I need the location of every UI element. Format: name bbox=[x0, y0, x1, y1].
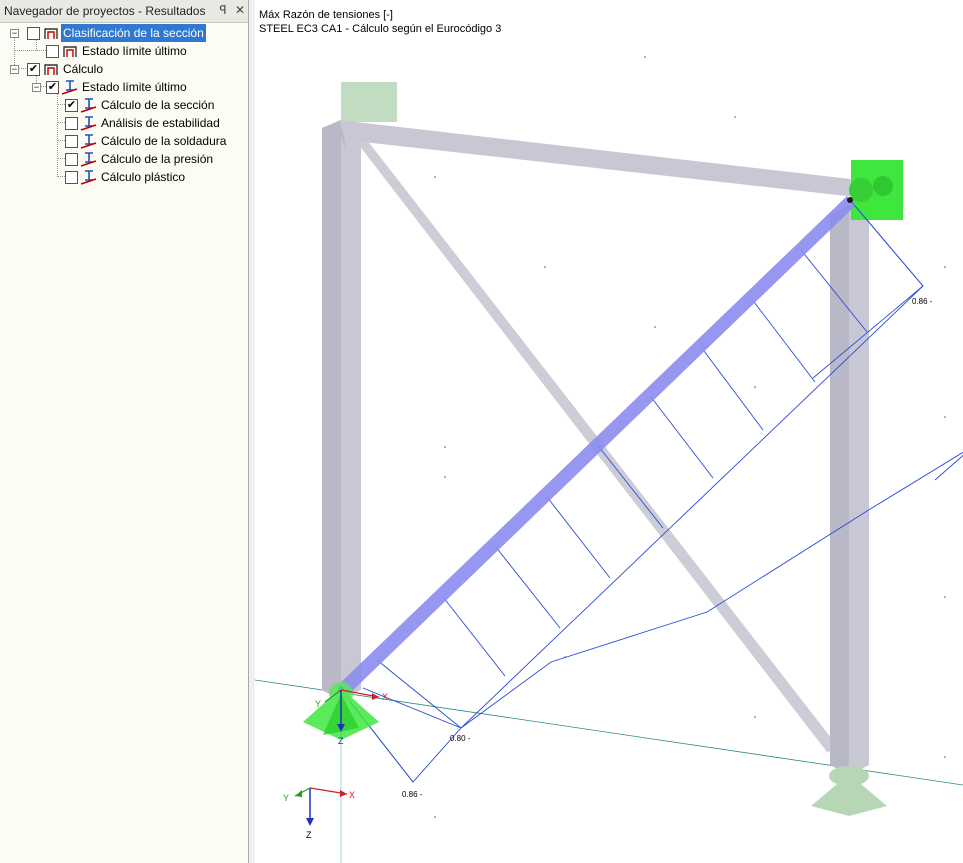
result-value-label: 0.80 - bbox=[450, 734, 471, 743]
section-classification-icon bbox=[44, 28, 58, 39]
tree-item-calculo-seccion[interactable]: ✔ Cálculo de la sección bbox=[0, 96, 248, 114]
tree-checkbox[interactable] bbox=[65, 153, 78, 166]
navigator-title: Navegador de proyectos - Resultados bbox=[4, 4, 206, 18]
tree-checkbox[interactable] bbox=[65, 135, 78, 148]
tree-checkbox[interactable] bbox=[46, 45, 59, 58]
collapse-icon[interactable]: − bbox=[10, 65, 19, 75]
tree-item-clasificacion[interactable]: − Clasificación de la sección bbox=[0, 24, 248, 42]
tree-item-calculo-presion[interactable]: Cálculo de la presión bbox=[0, 150, 248, 168]
global-z-label: Z bbox=[306, 830, 312, 840]
tree-checkbox[interactable] bbox=[65, 117, 78, 130]
steel-beam-icon bbox=[80, 170, 97, 185]
global-y-label: Y bbox=[283, 793, 289, 803]
result-value-label: 0.86 - bbox=[912, 297, 933, 306]
navigator-header: Navegador de proyectos - Resultados ꟼ ✕ bbox=[0, 0, 248, 23]
support-top-left bbox=[341, 82, 397, 122]
collapse-icon[interactable]: − bbox=[10, 29, 19, 39]
close-icon[interactable]: ✕ bbox=[233, 3, 247, 17]
axis-x-label: X bbox=[382, 692, 388, 702]
result-diagram bbox=[340, 199, 963, 783]
pin-icon[interactable]: ꟼ bbox=[216, 3, 230, 17]
structure-scene[interactable]: X Y Z X Y Z 0.86 - 0.80 - 0.86 - bbox=[255, 0, 963, 863]
steel-beam-icon bbox=[61, 80, 78, 95]
viewport-result-subtitle: STEEL EC3 CA1 - Cálculo según el Eurocód… bbox=[259, 23, 502, 35]
model-viewport[interactable]: X Y Z X Y Z 0.86 - 0.80 - 0.86 - Máx Raz… bbox=[255, 0, 963, 863]
tree-item-label: Análisis de estabilidad bbox=[101, 116, 220, 130]
tree-item-label: Cálculo plástico bbox=[101, 170, 186, 184]
tree-checkbox-checked[interactable]: ✔ bbox=[27, 63, 40, 76]
steel-beam-icon bbox=[80, 116, 97, 131]
axis-z-label: Z bbox=[338, 736, 344, 746]
viewport-result-title: Máx Razón de tensiones [-] bbox=[259, 9, 393, 21]
steel-beam-icon bbox=[80, 134, 97, 149]
tree-item-analisis-estabilidad[interactable]: Análisis de estabilidad bbox=[0, 114, 248, 132]
tree-item-label: Cálculo de la presión bbox=[101, 152, 214, 166]
tree-checkbox-checked[interactable]: ✔ bbox=[46, 81, 59, 94]
tree-item-label: Cálculo de la sección bbox=[101, 98, 215, 112]
highlighted-diagonal bbox=[337, 196, 855, 696]
tree-item-estado-limite-clasificacion[interactable]: Estado límite último bbox=[0, 42, 248, 60]
tree-item-label: Estado límite último bbox=[82, 80, 187, 94]
tree-item-label: Clasificación de la sección bbox=[61, 24, 206, 42]
tree-item-label: Cálculo de la soldadura bbox=[101, 134, 227, 148]
global-axis-triad: X Y Z bbox=[283, 787, 355, 840]
steel-beam-icon bbox=[80, 98, 97, 113]
steel-beam-icon bbox=[80, 152, 97, 167]
design-icon bbox=[44, 64, 58, 75]
tree-item-calculo-soldadura[interactable]: Cálculo de la soldadura bbox=[0, 132, 248, 150]
global-x-label: X bbox=[349, 790, 355, 800]
axis-y-label: Y bbox=[315, 699, 321, 709]
result-value-label: 0.86 - bbox=[402, 790, 423, 799]
tree-item-calculo-plastico[interactable]: Cálculo plástico bbox=[0, 168, 248, 186]
tree-item-label: Estado límite último bbox=[82, 44, 187, 58]
collapse-icon[interactable]: − bbox=[32, 83, 41, 93]
tree-checkbox[interactable] bbox=[27, 27, 40, 40]
top-beam bbox=[339, 120, 865, 198]
tree-item-calculo[interactable]: − ✔ Cálculo bbox=[0, 60, 248, 78]
tree-checkbox[interactable] bbox=[65, 171, 78, 184]
project-navigator-panel: Navegador de proyectos - Resultados ꟼ ✕ … bbox=[0, 0, 249, 863]
tree-item-label: Cálculo bbox=[63, 62, 104, 76]
tree-item-estado-limite-calculo[interactable]: − ✔ Estado límite último bbox=[0, 78, 248, 96]
tree-checkbox-checked[interactable]: ✔ bbox=[65, 99, 78, 112]
section-classification-icon bbox=[63, 46, 77, 57]
